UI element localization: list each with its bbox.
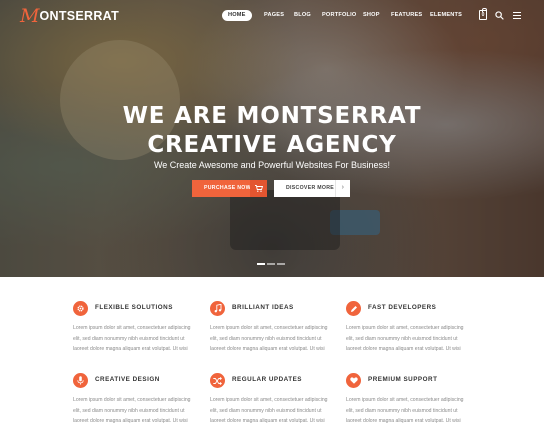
cart-count: 0: [481, 12, 485, 18]
hero-section: M ONTSERRAT HOME PAGES BLOG PORTFOLIO SH…: [0, 0, 544, 277]
nav-item-portfolio[interactable]: PORTFOLIO: [322, 10, 356, 21]
feature-text: Lorem ipsum dolor sit amet, consectetuer…: [346, 325, 464, 352]
cart-icon: [250, 180, 267, 197]
heart-icon: [346, 373, 361, 388]
logo-text: ONTSERRAT: [39, 9, 120, 23]
feature-title: BRILLIANT IDEAS: [232, 304, 294, 311]
feature-text: Lorem ipsum dolor sit amet, consectetuer…: [73, 397, 191, 424]
nav-item-elements[interactable]: ELEMENTS: [430, 10, 462, 21]
hero-subtitle: We Create Awesome and Powerful Websites …: [153, 160, 391, 170]
microphone-icon: [73, 373, 88, 388]
feature-title: PREMIUM SUPPORT: [368, 376, 438, 383]
purchase-now-label: PURCHASE NOW: [204, 185, 251, 191]
hero-title-line1: WE ARE MONTSERRAT: [122, 103, 422, 129]
menu-icon[interactable]: [513, 12, 521, 19]
slider-dot[interactable]: [277, 263, 285, 265]
feature-title: FLEXIBLE SOLUTIONS: [95, 304, 173, 311]
slider-dot[interactable]: [267, 263, 275, 265]
feature-text: Lorem ipsum dolor sit amet, consectetuer…: [210, 397, 328, 424]
gear-icon: [73, 301, 88, 316]
nav-item-shop[interactable]: SHOP: [363, 10, 380, 21]
discover-more-button[interactable]: DISCOVER MORE ›: [274, 180, 350, 197]
nav-item-pages[interactable]: PAGES: [264, 10, 284, 21]
nav-item-home[interactable]: HOME: [222, 10, 252, 21]
nav-item-features[interactable]: FEATURES: [391, 10, 422, 21]
feature-title: REGULAR UPDATES: [232, 376, 303, 383]
slider-pagination: [257, 263, 287, 265]
feature-title: FAST DEVELOPERS: [368, 304, 437, 311]
feature-title: CREATIVE DESIGN: [95, 376, 160, 383]
cart-icon[interactable]: 0: [479, 7, 487, 20]
search-icon[interactable]: [495, 11, 504, 20]
pencil-icon: [346, 301, 361, 316]
feature-text: Lorem ipsum dolor sit amet, consectetuer…: [73, 325, 191, 352]
feature-text: Lorem ipsum dolor sit amet, consectetuer…: [346, 397, 464, 424]
chevron-right-icon: ›: [335, 180, 350, 197]
feature-text: Lorem ipsum dolor sit amet, consectetuer…: [210, 325, 328, 352]
site-logo[interactable]: M ONTSERRAT: [20, 4, 120, 27]
logo-letter: M: [20, 4, 40, 27]
slider-dot[interactable]: [257, 263, 265, 265]
discover-more-label: DISCOVER MORE: [286, 185, 334, 191]
hero-title-line2: CREATIVE AGENCY: [147, 132, 397, 158]
shuffle-icon: [210, 373, 225, 388]
purchase-now-button[interactable]: PURCHASE NOW: [192, 180, 267, 197]
nav-item-blog[interactable]: BLOG: [294, 10, 311, 21]
music-note-icon: [210, 301, 225, 316]
